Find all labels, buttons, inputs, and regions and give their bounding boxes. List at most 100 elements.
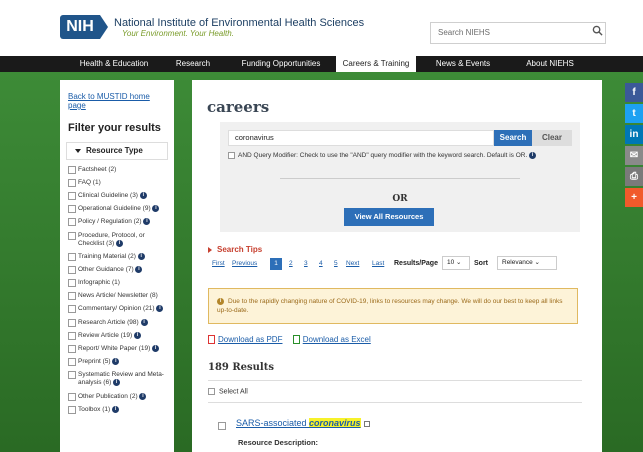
back-home-link[interactable]: Back to MUSTID home page <box>68 92 168 110</box>
info-icon[interactable]: i <box>137 252 145 260</box>
facebook-icon[interactable]: f <box>625 83 643 102</box>
nav-funding[interactable]: Funding Opportunities <box>236 56 326 72</box>
info-icon[interactable]: i <box>156 305 164 313</box>
checkbox[interactable] <box>68 192 76 200</box>
pager-first[interactable]: First <box>212 258 225 270</box>
filter-item[interactable]: Infographic (1) <box>66 279 168 288</box>
checkbox[interactable] <box>68 392 76 401</box>
result-checkbox[interactable] <box>218 422 226 430</box>
nav-about[interactable]: About NIEHS <box>520 56 580 72</box>
download-pdf-link[interactable]: Download as PDF <box>218 335 282 344</box>
covid-alert: i Due to the rapidly changing nature of C… <box>208 288 578 324</box>
checkbox[interactable] <box>68 179 76 187</box>
linkedin-icon[interactable]: in <box>625 125 643 144</box>
select-all-row[interactable]: Select All <box>208 388 248 395</box>
filter-item[interactable]: Report/ White Paper (19) i <box>66 344 168 353</box>
divider <box>208 380 582 381</box>
info-icon[interactable]: i <box>152 205 160 213</box>
site-search-input[interactable]: Search NIEHS <box>430 22 606 44</box>
pager-page-5[interactable]: 5 <box>334 258 338 270</box>
search-tips-toggle[interactable]: Search Tips <box>208 245 262 254</box>
filter-item[interactable]: Operational Guideline (9) i <box>66 205 168 214</box>
info-icon[interactable]: i <box>111 405 119 413</box>
info-icon[interactable]: i <box>113 379 121 387</box>
sort-select[interactable]: Relevance ⌄ <box>497 256 557 270</box>
filter-label: Training Material (2) <box>78 253 136 261</box>
checkbox[interactable] <box>68 358 76 367</box>
print-icon[interactable]: ⎙ <box>625 167 643 186</box>
checkbox[interactable] <box>68 279 76 288</box>
keyword-input[interactable]: coronavirus <box>228 130 494 146</box>
checkbox[interactable] <box>68 318 76 327</box>
checkbox[interactable] <box>68 231 76 240</box>
filter-item[interactable]: FAQ (1) <box>66 179 168 187</box>
info-icon[interactable]: i <box>134 331 141 339</box>
nav-health-education[interactable]: Health & Education <box>70 56 158 72</box>
twitter-icon[interactable]: t <box>625 104 643 123</box>
share-icon[interactable]: + <box>625 188 643 207</box>
search-icon[interactable] <box>592 25 603 36</box>
info-icon[interactable]: i <box>143 218 151 226</box>
download-excel-link[interactable]: Download as Excel <box>303 335 371 344</box>
result-title-link[interactable]: SARS-associated coronavirus <box>236 418 370 428</box>
info-icon[interactable]: i <box>115 239 123 247</box>
checkbox[interactable] <box>68 266 76 275</box>
filter-item[interactable]: Systematic Review and Meta-analysis (6) … <box>66 371 168 387</box>
checkbox[interactable] <box>68 305 76 314</box>
filter-item[interactable]: Preprint (5) i <box>66 358 168 367</box>
pager-page-4[interactable]: 4 <box>319 258 323 270</box>
filter-item[interactable]: Research Article (98) i <box>66 318 168 327</box>
checkbox[interactable] <box>68 218 76 227</box>
and-checkbox[interactable] <box>228 152 235 159</box>
filter-label: Procedure, Protocol, or Checklist (3) <box>78 231 145 247</box>
pager-page-3[interactable]: 3 <box>304 258 308 270</box>
filter-item[interactable]: Training Material (2) i <box>66 252 168 261</box>
filter-item[interactable]: Toolbox (1) i <box>66 405 168 414</box>
info-icon[interactable]: i <box>140 318 148 326</box>
info-icon[interactable]: i <box>112 358 120 366</box>
filter-item[interactable]: Factsheet (2) <box>66 166 168 174</box>
info-icon[interactable]: i <box>135 266 143 274</box>
info-icon[interactable]: i <box>139 192 147 199</box>
org-tagline: Your Environment. Your Health. <box>122 29 234 38</box>
filter-item[interactable]: Other Publication (2) i <box>66 392 168 401</box>
filter-label: Toolbox (1) <box>78 406 111 414</box>
nih-logo[interactable]: NIH <box>60 15 108 39</box>
pager-page-1[interactable]: 1 <box>270 258 282 270</box>
info-icon[interactable]: i <box>529 152 537 159</box>
pager-page-2[interactable]: 2 <box>289 258 293 270</box>
checkbox[interactable] <box>68 292 76 301</box>
filter-item[interactable]: Procedure, Protocol, or Checklist (3) i <box>66 231 168 248</box>
resource-description-label: Resource Description: <box>238 438 319 447</box>
filter-item[interactable]: Commentary/ Opinion (21) i <box>66 305 168 314</box>
filter-item[interactable]: Review Article (19) i <box>66 331 168 340</box>
checkbox[interactable] <box>68 344 76 353</box>
org-name[interactable]: National Institute of Environmental Heal… <box>114 17 364 29</box>
nav-research[interactable]: Research <box>168 56 218 72</box>
checkbox[interactable] <box>68 252 76 261</box>
filter-item[interactable]: Policy / Regulation (2) i <box>66 218 168 227</box>
email-icon[interactable]: ✉ <box>625 146 643 165</box>
pager-previous[interactable]: Previous <box>232 258 257 270</box>
info-icon[interactable]: i <box>139 392 147 400</box>
nav-news-events[interactable]: News & Events <box>428 56 498 72</box>
pager-last[interactable]: Last <box>372 258 384 270</box>
nav-careers-training[interactable]: Careers & Training <box>336 56 416 72</box>
checkbox[interactable] <box>68 331 76 340</box>
checkbox[interactable] <box>68 205 76 214</box>
info-icon[interactable]: i <box>152 344 160 352</box>
checkbox[interactable] <box>68 371 76 380</box>
results-per-page-label: Results/Page <box>394 260 438 267</box>
filter-item[interactable]: Clinical Guideline (3) i <box>66 192 168 200</box>
filter-item[interactable]: News Article/ Newsletter (8) <box>66 292 168 301</box>
search-button[interactable]: Search <box>494 130 532 146</box>
select-all-checkbox[interactable] <box>208 388 215 395</box>
results-per-page-select[interactable]: 10 ⌄ <box>442 256 470 270</box>
clear-button[interactable]: Clear <box>532 130 572 146</box>
resource-type-toggle[interactable]: Resource Type <box>66 142 168 160</box>
filter-item[interactable]: Other Guidance (7) i <box>66 266 168 275</box>
view-all-resources-button[interactable]: View All Resources <box>344 208 434 226</box>
pager-next[interactable]: Next <box>346 258 359 270</box>
checkbox[interactable] <box>68 405 76 414</box>
checkbox[interactable] <box>68 166 76 174</box>
